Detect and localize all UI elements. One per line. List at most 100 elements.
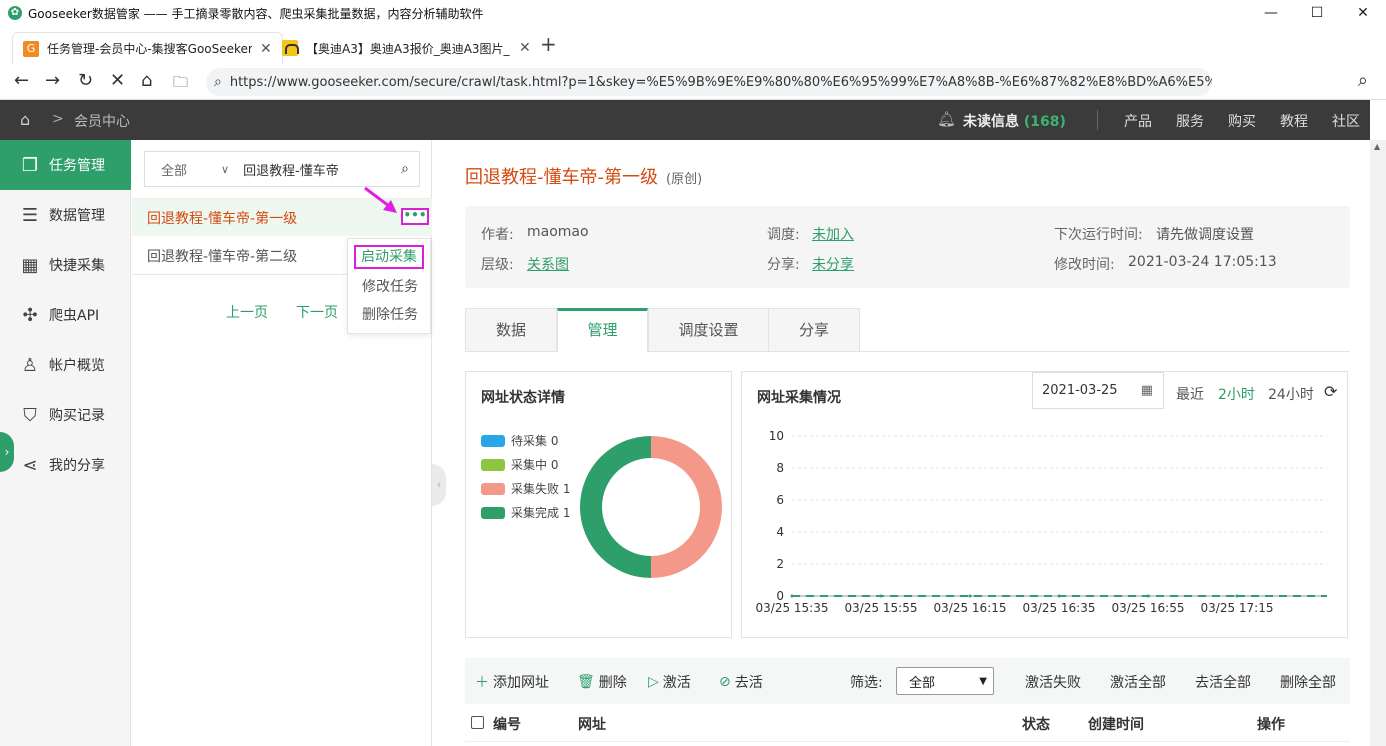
tab-label: 任务管理-会员中心-集搜客GooSeeker bbox=[47, 42, 252, 56]
browser-tab-audi[interactable]: 【奥迪A3】奥迪A3报价_奥迪A3图片_ ✕ bbox=[272, 32, 541, 64]
panel-collapse-toggle[interactable]: ‹ bbox=[432, 464, 446, 506]
user-icon: ♙ bbox=[21, 354, 39, 376]
close-window-button[interactable]: ✕ bbox=[1340, 0, 1386, 26]
chevron-down-icon[interactable]: ∨ bbox=[221, 163, 229, 176]
data-point bbox=[1235, 594, 1239, 598]
folder-icon[interactable]: 🗀 bbox=[173, 72, 188, 97]
minimize-button[interactable]: — bbox=[1248, 0, 1294, 26]
legend-item-pending[interactable]: 待采集 0 bbox=[481, 432, 558, 449]
reload-icon[interactable]: ↻ bbox=[78, 70, 93, 91]
nav-link-community[interactable]: 社区 bbox=[1332, 111, 1360, 131]
activate-all-button[interactable]: 激活全部 bbox=[1110, 672, 1166, 692]
activate-failed-button[interactable]: 激活失败 bbox=[1025, 672, 1081, 692]
delete-button[interactable]: 🗑︎ 删除 bbox=[577, 672, 627, 692]
bell-icon[interactable]: 🔔︎ bbox=[937, 110, 956, 128]
legend-swatch bbox=[481, 434, 505, 447]
legend-swatch bbox=[481, 482, 505, 495]
range-24h-button[interactable]: 24小时 bbox=[1268, 384, 1314, 404]
page-title: 回退教程-懂车帝-第一级 (原创) bbox=[465, 167, 703, 188]
more-options-button[interactable]: ••• bbox=[401, 208, 429, 225]
new-tab-button[interactable]: + bbox=[540, 32, 557, 56]
col-url[interactable]: 网址 bbox=[578, 714, 606, 734]
deactivate-all-button[interactable]: 去活全部 bbox=[1195, 672, 1251, 692]
home-icon[interactable]: ⌂ bbox=[141, 70, 152, 91]
relation-graph-link[interactable]: 关系图 bbox=[527, 254, 569, 274]
calendar-icon[interactable]: ▦ bbox=[1141, 383, 1153, 398]
menu-item-delete-task[interactable]: 删除任务 bbox=[348, 304, 432, 324]
maximize-button[interactable]: ☐ bbox=[1294, 0, 1340, 26]
refresh-icon[interactable]: ⟳ bbox=[1324, 382, 1337, 401]
schedule-label: 调度: bbox=[767, 227, 800, 243]
task-search-box[interactable]: 全部 ∨ 回退教程-懂车帝 ⌕ bbox=[144, 151, 420, 187]
donut-slice-3 bbox=[580, 436, 651, 578]
search-icon[interactable]: ⌕ bbox=[401, 161, 409, 177]
divider bbox=[1097, 110, 1098, 130]
search-keyword-input[interactable]: 回退教程-懂车帝 bbox=[243, 160, 401, 179]
deactivate-button[interactable]: ⊘ 去活 bbox=[719, 672, 763, 692]
tab-data[interactable]: 数据 bbox=[465, 308, 557, 352]
prev-page-link[interactable]: 上一页 bbox=[226, 302, 268, 322]
share-icon: ⋖ bbox=[22, 454, 38, 476]
menu-item-edit-task[interactable]: 修改任务 bbox=[348, 276, 432, 296]
col-id[interactable]: 编号 bbox=[493, 714, 521, 734]
tab-share[interactable]: 分享 bbox=[768, 308, 860, 352]
tab-close-icon[interactable]: ✕ bbox=[260, 41, 272, 57]
page-scrollbar[interactable]: ▲ bbox=[1370, 140, 1386, 746]
sidebar-item-task-management[interactable]: ❐ 任务管理 bbox=[0, 140, 131, 190]
task-list-panel: 全部 ∨ 回退教程-懂车帝 ⌕ 回退教程-懂车帝-第一级 回退教程-懂车帝-第二… bbox=[132, 140, 432, 746]
address-toolbar: ← → ↻ ✕ ⌂ 🗀 ⌕ https://www.gooseeker.com/… bbox=[0, 64, 1386, 100]
date-picker[interactable]: 2021-03-25 ▦ bbox=[1032, 372, 1164, 409]
search-icon[interactable]: ⌕ bbox=[1358, 70, 1368, 91]
delete-all-button[interactable]: 删除全部 bbox=[1280, 672, 1336, 692]
legend-item-failed[interactable]: 采集失败 1 bbox=[481, 480, 570, 497]
legend-item-done[interactable]: 采集完成 1 bbox=[481, 504, 570, 521]
schedule-link[interactable]: 未加入 bbox=[812, 224, 854, 244]
next-page-link[interactable]: 下一页 bbox=[296, 302, 338, 322]
back-icon[interactable]: ← bbox=[14, 70, 29, 91]
x-tick-label: 03/25 16:35 bbox=[1023, 601, 1096, 615]
home-icon[interactable]: ⌂ bbox=[20, 110, 30, 129]
select-all-checkbox[interactable] bbox=[471, 716, 484, 729]
browser-tab-bar: G 任务管理-会员中心-集搜客GooSeeker ✕ 【奥迪A3】奥迪A3报价_… bbox=[0, 26, 1386, 64]
filter-select[interactable]: 全部 ▼ bbox=[896, 667, 994, 695]
col-status[interactable]: 状态 bbox=[1022, 714, 1050, 734]
breadcrumb-separator: > bbox=[52, 111, 64, 127]
sidebar-item-purchase-records[interactable]: ⛉ 购买记录 bbox=[0, 390, 131, 440]
modified-label: 修改时间: bbox=[1054, 257, 1115, 273]
forward-icon[interactable]: → bbox=[45, 70, 60, 91]
legend-item-collecting[interactable]: 采集中 0 bbox=[481, 456, 558, 473]
task-action-menu: 启动采集 修改任务 删除任务 bbox=[347, 238, 431, 334]
tab-close-icon[interactable]: ✕ bbox=[519, 40, 531, 56]
level-label: 层级: bbox=[481, 257, 514, 273]
col-created[interactable]: 创建时间 bbox=[1088, 714, 1144, 734]
sidebar-item-my-shares[interactable]: ⋖ 我的分享 bbox=[0, 440, 131, 490]
sidebar-item-account-overview[interactable]: ♙ 帐户概览 bbox=[0, 340, 131, 390]
tab-schedule[interactable]: 调度设置 bbox=[648, 308, 769, 352]
nav-link-buy[interactable]: 购买 bbox=[1228, 111, 1256, 131]
url-toolbar: ＋添加网址 🗑︎ 删除 ▷ 激活 ⊘ 去活 筛选: 全部 ▼ 激活失败 激活全部 去活全… bbox=[465, 658, 1350, 704]
range-2h-button[interactable]: 2小时 bbox=[1218, 384, 1255, 404]
filter-select[interactable]: 全部 bbox=[161, 160, 221, 179]
unread-messages[interactable]: 未读信息 (168) bbox=[963, 111, 1066, 131]
trash-icon: 🗑︎ bbox=[577, 674, 595, 690]
browser-tab-gooseeker[interactable]: G 任务管理-会员中心-集搜客GooSeeker ✕ bbox=[12, 32, 283, 64]
nav-link-products[interactable]: 产品 bbox=[1124, 111, 1152, 131]
sidebar-item-quick-collect[interactable]: ▦ 快捷采集 bbox=[0, 240, 131, 290]
status-donut-chart bbox=[580, 436, 722, 578]
share-link[interactable]: 未分享 bbox=[812, 254, 854, 274]
add-url-button[interactable]: ＋添加网址 bbox=[475, 672, 549, 692]
nav-link-services[interactable]: 服务 bbox=[1176, 111, 1204, 131]
scroll-up-icon[interactable]: ▲ bbox=[1374, 142, 1380, 151]
breadcrumb-member-center[interactable]: 会员中心 bbox=[74, 111, 130, 131]
audi-favicon-icon bbox=[282, 40, 299, 56]
tab-manage[interactable]: 管理 bbox=[557, 308, 648, 352]
sidebar-item-crawler-api[interactable]: ✣ 爬虫API bbox=[0, 290, 131, 340]
sidebar-item-data-management[interactable]: ☰ 数据管理 bbox=[0, 190, 131, 240]
activate-button[interactable]: ▷ 激活 bbox=[648, 672, 691, 692]
url-field[interactable]: ⌕ https://www.gooseeker.com/secure/crawl… bbox=[206, 68, 1212, 96]
data-point bbox=[968, 594, 972, 598]
nav-link-tutorial[interactable]: 教程 bbox=[1280, 111, 1308, 131]
menu-item-start-collect[interactable]: 启动采集 bbox=[354, 245, 424, 269]
stop-icon[interactable]: ✕ bbox=[110, 70, 125, 91]
date-value: 2021-03-25 bbox=[1042, 383, 1118, 398]
